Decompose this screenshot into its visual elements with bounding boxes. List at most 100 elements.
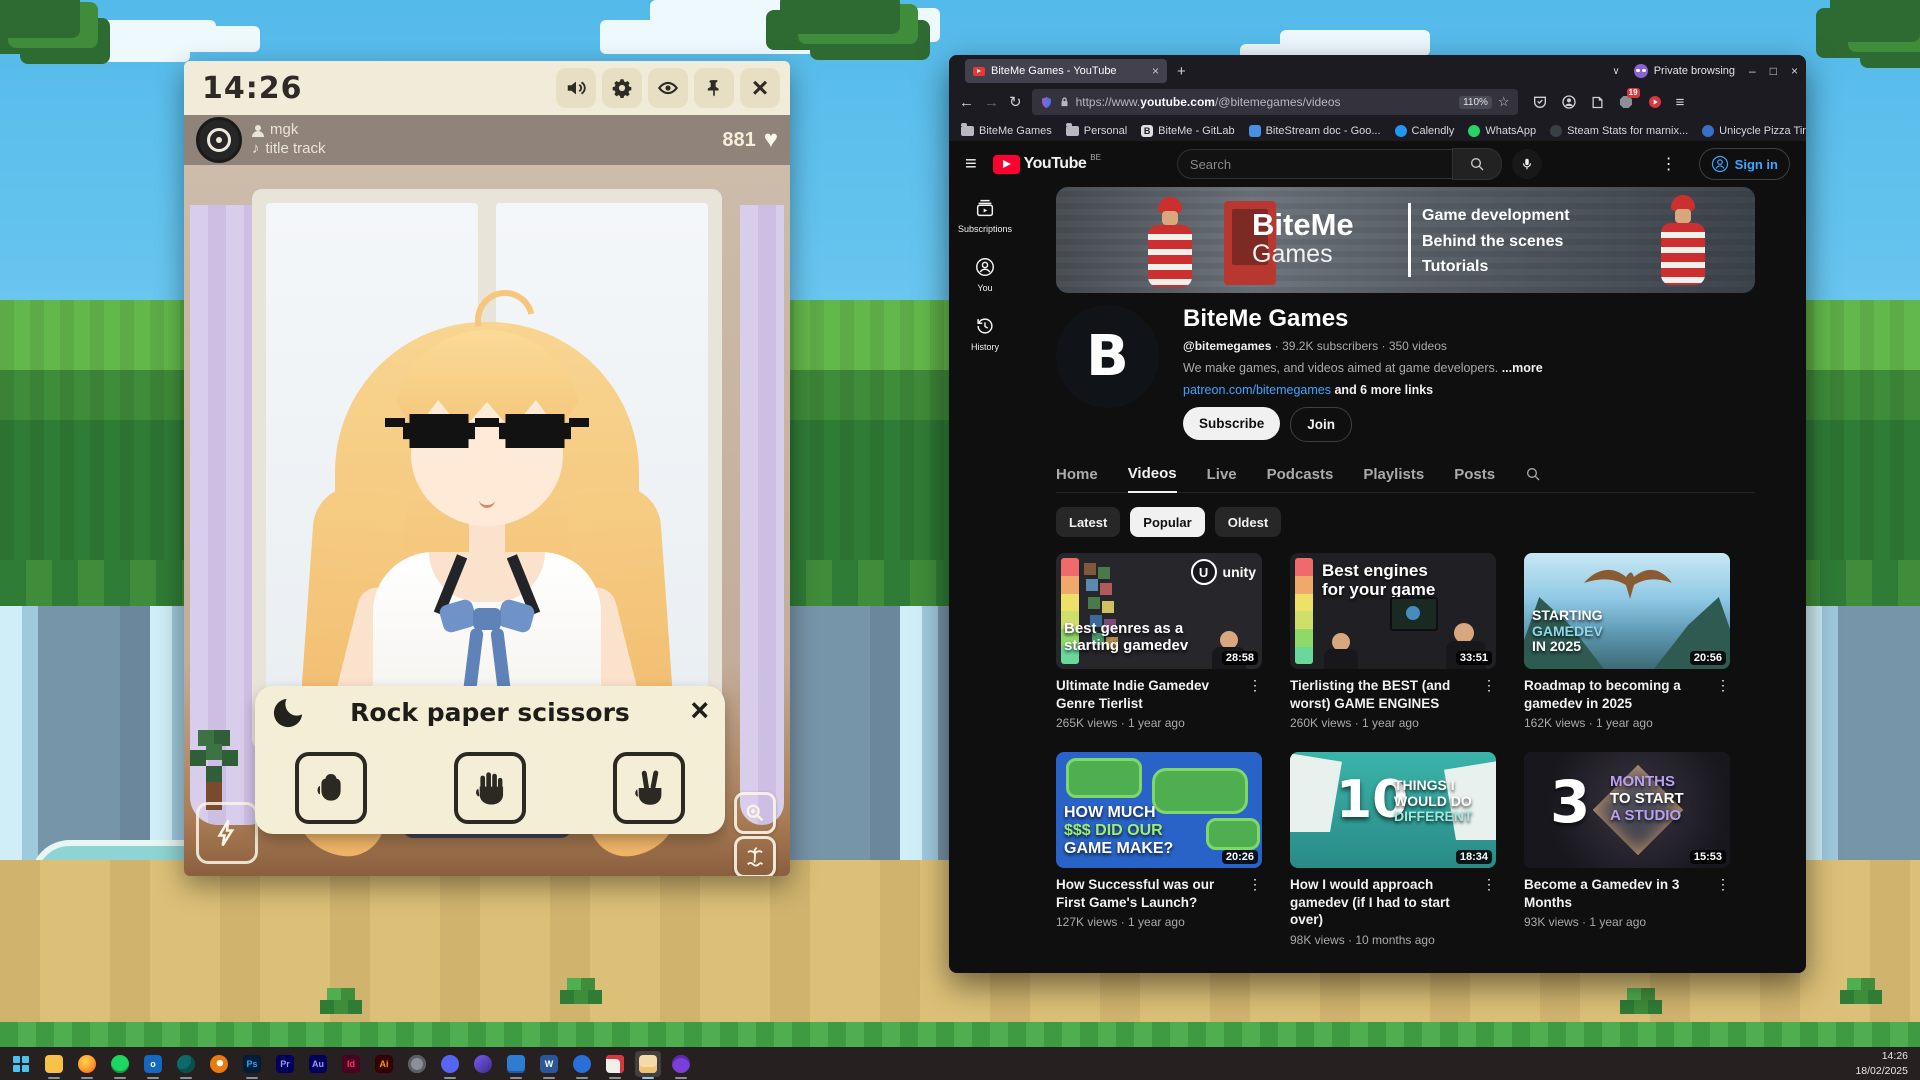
taskbar-icon-moon-app[interactable] xyxy=(470,1051,496,1077)
tab-live[interactable]: Live xyxy=(1207,456,1237,492)
adblock-icon[interactable]: 19 xyxy=(1618,94,1634,110)
sidebar-item-subscriptions[interactable]: Subscriptions xyxy=(958,197,1012,234)
subscribe-button[interactable]: Subscribe xyxy=(1183,407,1280,440)
video-title[interactable]: How I would approach gamedev (if I had t… xyxy=(1290,876,1476,929)
video-kebab-icon[interactable]: ⋮ xyxy=(1716,677,1730,712)
chip-latest[interactable]: Latest xyxy=(1056,507,1120,537)
bookmark-item[interactable]: Personal xyxy=(1066,125,1127,137)
bookmark-star-icon[interactable]: ☆ xyxy=(1498,94,1510,110)
taskbar-icon-editor[interactable] xyxy=(602,1051,628,1077)
video-card[interactable]: 3 MONTHS TO START A STUDIO 15:53 Become … xyxy=(1524,752,1730,947)
video-kebab-icon[interactable]: ⋮ xyxy=(1482,876,1496,929)
channel-description[interactable]: We make games, and videos aimed at game … xyxy=(1183,361,1543,375)
sidebar-item-you[interactable]: You xyxy=(974,256,996,293)
video-card[interactable]: Best engines for your game 33:51 Tierlis… xyxy=(1290,553,1496,730)
enhancer-icon[interactable] xyxy=(1647,94,1663,110)
sidebar-item-history[interactable]: History xyxy=(971,315,999,352)
taskbar-icon-eagle[interactable] xyxy=(173,1051,199,1077)
bookmark-item[interactable]: BBiteMe - GitLab xyxy=(1141,125,1234,137)
rock-button[interactable] xyxy=(295,752,367,824)
taskbar-icon-vtuber-app[interactable] xyxy=(635,1051,661,1077)
youtube-logo[interactable]: YouTube BE xyxy=(993,155,1101,174)
maximize-button[interactable]: □ xyxy=(1770,64,1777,78)
scissors-button[interactable] xyxy=(613,752,685,824)
minimize-button[interactable]: – xyxy=(1749,64,1756,78)
bookmark-item[interactable]: Unicycle Pizza Time! o... xyxy=(1702,125,1806,137)
search-button[interactable] xyxy=(1452,148,1502,180)
video-thumbnail[interactable]: 3 MONTHS TO START A STUDIO 15:53 xyxy=(1524,752,1730,868)
video-thumbnail[interactable]: 10 THINGS I WOULD DO DIFFERENT 18:34 xyxy=(1290,752,1496,868)
video-kebab-icon[interactable]: ⋮ xyxy=(1248,677,1262,712)
video-card[interactable]: U unity Best genres as a starting gamede… xyxy=(1056,553,1262,730)
youtube-menu-icon[interactable]: ≡ xyxy=(965,153,977,176)
likes-counter[interactable]: 881 ♥ xyxy=(722,128,778,152)
video-title[interactable]: Ultimate Indie Gamedev Genre Tierlist xyxy=(1056,677,1242,712)
bookmark-item[interactable]: BiteStream doc - Goo... xyxy=(1249,125,1381,137)
video-card[interactable]: STARTING GAMEDEV IN 2025 20:56 Roadmap t… xyxy=(1524,553,1730,730)
volume-button[interactable] xyxy=(556,68,596,108)
menu-icon[interactable]: ≡ xyxy=(1676,94,1685,111)
back-button[interactable]: ← xyxy=(959,94,974,111)
zoom-level-badge[interactable]: 110% xyxy=(1459,96,1492,109)
list-tabs-icon[interactable]: ∨ xyxy=(1612,66,1619,77)
taskbar-icon-firefox[interactable] xyxy=(74,1051,100,1077)
taskbar-icon-indesign[interactable]: Id xyxy=(338,1051,364,1077)
patreon-link[interactable]: patreon.com/bitemegames xyxy=(1183,383,1331,397)
zoom-tool-button[interactable] xyxy=(734,792,776,834)
video-title[interactable]: Tierlisting the BEST (and worst) GAME EN… xyxy=(1290,677,1476,712)
search-input[interactable] xyxy=(1177,149,1452,179)
channel-search-icon[interactable] xyxy=(1525,466,1541,482)
taskbar-icon-outlook[interactable]: o xyxy=(140,1051,166,1077)
effects-button[interactable] xyxy=(196,802,258,864)
tab-videos[interactable]: Videos xyxy=(1128,455,1177,493)
settings-button[interactable] xyxy=(602,68,642,108)
taskbar-icon-spotify[interactable] xyxy=(107,1051,133,1077)
pocket-shield-icon[interactable] xyxy=(1532,94,1548,110)
tab-playlists[interactable]: Playlists xyxy=(1363,456,1424,492)
more-links[interactable]: and 6 more links xyxy=(1334,383,1433,397)
taskbar-icon-obs[interactable] xyxy=(404,1051,430,1077)
voice-search-button[interactable] xyxy=(1512,149,1542,179)
extension-icon[interactable] xyxy=(1590,95,1605,110)
tab-posts[interactable]: Posts xyxy=(1454,456,1495,492)
taskbar-icon-notes[interactable] xyxy=(503,1051,529,1077)
url-bar[interactable]: https://www.youtube.com/@bitemegames/vid… xyxy=(1032,89,1518,115)
video-thumbnail[interactable]: U unity Best genres as a starting gamede… xyxy=(1056,553,1262,669)
chip-oldest[interactable]: Oldest xyxy=(1215,507,1281,537)
browser-tab[interactable]: BiteMe Games - YouTube × xyxy=(965,59,1167,83)
video-title[interactable]: Roadmap to becoming a gamedev in 2025 xyxy=(1524,677,1710,712)
header-kebab-icon[interactable]: ⋮ xyxy=(1655,154,1683,174)
bookmark-item[interactable]: Calendly xyxy=(1395,125,1455,137)
taskbar-clock[interactable]: 14:26 18/02/2025 xyxy=(1855,1049,1912,1077)
video-thumbnail[interactable]: Best engines for your game 33:51 xyxy=(1290,553,1496,669)
video-card[interactable]: 10 THINGS I WOULD DO DIFFERENT 18:34 How… xyxy=(1290,752,1496,947)
taskbar-icon-mascot[interactable] xyxy=(668,1051,694,1077)
account-icon[interactable] xyxy=(1561,94,1577,110)
tab-home[interactable]: Home xyxy=(1056,456,1098,492)
tab-close-icon[interactable]: × xyxy=(1152,64,1159,78)
video-thumbnail[interactable]: HOW MUCH $$$ DID OUR GAME MAKE? 20:26 xyxy=(1056,752,1262,868)
pin-button[interactable] xyxy=(694,68,734,108)
rps-close-button[interactable]: × xyxy=(690,692,709,729)
video-title[interactable]: How Successful was our First Game's Laun… xyxy=(1056,876,1242,911)
video-kebab-icon[interactable]: ⋮ xyxy=(1716,876,1730,911)
taskbar-icon-illustrator[interactable]: Ai xyxy=(371,1051,397,1077)
tab-podcasts[interactable]: Podcasts xyxy=(1267,456,1334,492)
video-title[interactable]: Become a Gamedev in 3 Months xyxy=(1524,876,1710,911)
video-card[interactable]: HOW MUCH $$$ DID OUR GAME MAKE? 20:26 Ho… xyxy=(1056,752,1262,947)
bookmark-item[interactable]: WhatsApp xyxy=(1468,125,1536,137)
forward-button[interactable]: → xyxy=(984,94,999,111)
taskbar-icon-explorer[interactable] xyxy=(41,1051,67,1077)
taskbar-icon-premiere[interactable]: Pr xyxy=(272,1051,298,1077)
visibility-button[interactable] xyxy=(648,68,688,108)
video-kebab-icon[interactable]: ⋮ xyxy=(1248,876,1262,911)
close-window-button[interactable]: × xyxy=(1791,64,1798,78)
new-tab-button[interactable]: + xyxy=(1177,63,1186,80)
chip-popular[interactable]: Popular xyxy=(1130,507,1204,537)
taskbar-icon-blue-app[interactable] xyxy=(569,1051,595,1077)
video-thumbnail[interactable]: STARTING GAMEDEV IN 2025 20:56 xyxy=(1524,553,1730,669)
start-button[interactable] xyxy=(8,1051,34,1077)
taskbar-icon-word[interactable]: W xyxy=(536,1051,562,1077)
bookmark-item[interactable]: Steam Stats for marnix... xyxy=(1550,125,1688,137)
video-kebab-icon[interactable]: ⋮ xyxy=(1482,677,1496,712)
